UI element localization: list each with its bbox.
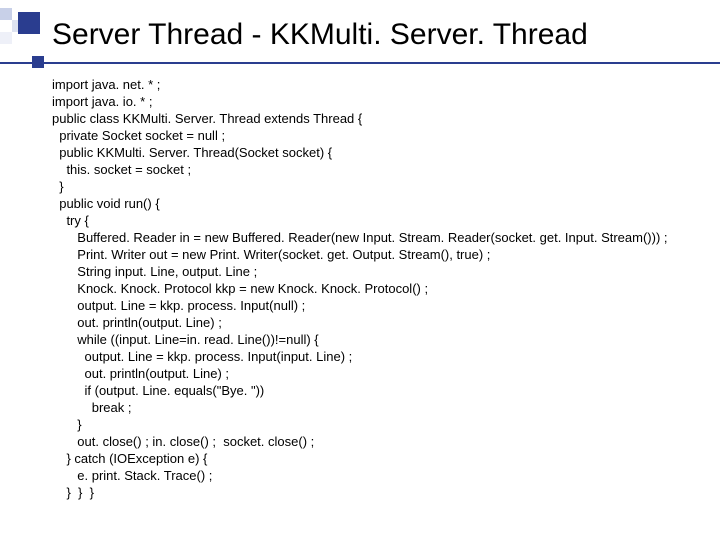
- deco-square: [0, 8, 12, 20]
- title-underline: [0, 62, 720, 64]
- slide: Server Thread - KKMulti. Server. Thread …: [0, 0, 720, 540]
- bullet-square-icon: [32, 56, 44, 68]
- deco-square: [18, 12, 40, 34]
- deco-square: [0, 32, 12, 44]
- code-block: import java. net. * ; import java. io. *…: [52, 76, 704, 501]
- slide-title: Server Thread - KKMulti. Server. Thread: [52, 18, 704, 52]
